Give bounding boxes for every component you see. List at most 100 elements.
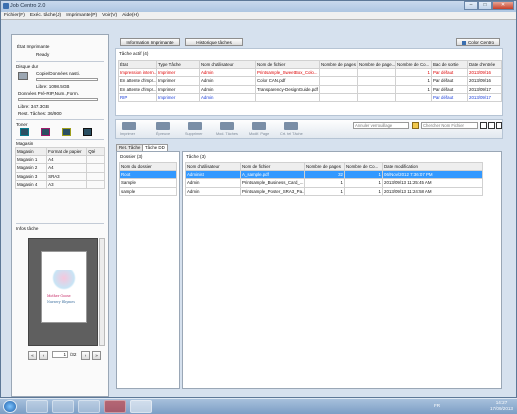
- create-job-icon[interactable]: [284, 122, 298, 130]
- column-header[interactable]: Nombre de page...: [357, 60, 396, 70]
- printer-info-tab[interactable]: Information Imprimante: [120, 38, 180, 46]
- column-header[interactable]: Nombre de Co...: [344, 161, 383, 172]
- column-header[interactable]: Nombre de Co...: [395, 60, 432, 70]
- proof-icon[interactable]: [156, 122, 170, 130]
- active-jobs-table: État Type Tâche Nom d'utilisateur Nom de…: [118, 60, 502, 102]
- search-icon[interactable]: [480, 122, 487, 129]
- tray-header[interactable]: Magasin: [14, 146, 48, 157]
- menu-bar: Fichier(F) Exéc. tâche(J) Imprimante(P) …: [1, 12, 516, 20]
- job-info-title: Infos tâche: [16, 226, 39, 231]
- hdd-jobs-panel: Tâche (3) Nom d'utilisateur Nom de fichi…: [182, 151, 502, 389]
- menu-voir[interactable]: Voir(V): [102, 13, 117, 18]
- unlock-field[interactable]: Annuler verrouillage: [353, 122, 409, 129]
- tab-hdd-jobs[interactable]: Tâche DD: [142, 144, 168, 151]
- hdd-title: Disque dur: [16, 64, 39, 69]
- title-bar: Job Centro 2.0 – □ ✕: [1, 1, 516, 12]
- unlock-icon[interactable]: [412, 122, 419, 129]
- prev-page-button[interactable]: ‹: [39, 351, 48, 360]
- tray-row[interactable]: Magasin 1 A4: [14, 155, 105, 165]
- tray-row[interactable]: Magasin 3 SRA3: [14, 171, 105, 181]
- column-header[interactable]: Nombre de pages: [304, 161, 345, 172]
- minimize-button[interactable]: –: [464, 1, 478, 10]
- rip-usage-bar: [18, 98, 98, 101]
- column-header[interactable]: Date modification: [382, 161, 483, 172]
- preview-illustration: [52, 270, 76, 290]
- column-header[interactable]: État: [118, 60, 157, 70]
- tray-header[interactable]: Qté: [86, 146, 105, 157]
- tray-row[interactable]: Magasin 2 A4: [14, 163, 105, 173]
- column-header[interactable]: Nom de fichier: [255, 60, 320, 70]
- rip-tasks: Rest. Tâches: 36/900: [18, 111, 62, 116]
- taskbar-app-media[interactable]: [78, 400, 100, 413]
- preview-scrollbar[interactable]: [99, 238, 105, 346]
- column-header[interactable]: Nom d'utilisateur: [199, 60, 256, 70]
- menu-fichier[interactable]: Fichier(F): [4, 13, 25, 18]
- hdd-job-row[interactable]: Admin Printsample_Business_Card_... 1 1 2013…: [185, 178, 483, 188]
- preview-page: Mother Goose Nursery Rhymes: [41, 251, 87, 323]
- tab-retained-jobs[interactable]: Ret. Tâche: [116, 144, 144, 151]
- tray-title: Magasin: [16, 141, 34, 146]
- preview-caption-2: Nursery Rhymes: [47, 300, 75, 304]
- print-icon[interactable]: [122, 122, 136, 130]
- clock[interactable]: 14:27 17/09/2013: [490, 400, 513, 412]
- language-indicator[interactable]: FR: [434, 403, 440, 408]
- proof-button-label: Épreuve: [156, 132, 171, 136]
- hdd-job-row[interactable]: Admin Printsample_Poster_SRA3_Pa... 1 1 2013…: [185, 186, 483, 196]
- rip-free: Libre: 347.3GB: [18, 104, 49, 109]
- folder-item[interactable]: Root: [119, 170, 177, 180]
- folder-table: Nom du dossier Root Sample sample: [119, 161, 177, 196]
- delete-icon[interactable]: [188, 122, 202, 130]
- column-header[interactable]: Bac de sortie: [431, 60, 468, 70]
- last-page-button[interactable]: »: [92, 351, 101, 360]
- job-row[interactable]: En attente d'impr... Imprimer Admin Color C…: [118, 76, 502, 86]
- menu-aide[interactable]: Aide(H): [122, 13, 139, 18]
- clear-search-icon[interactable]: [496, 122, 502, 129]
- job-row[interactable]: Impression intern... Imprimer Admin Printsa…: [118, 68, 502, 78]
- menu-imprimante[interactable]: Imprimante(P): [66, 13, 97, 18]
- folder-item[interactable]: sample: [119, 186, 177, 196]
- taskbar-app-jobcentro[interactable]: [130, 400, 152, 413]
- tray-row[interactable]: Magasin 4 A3: [14, 179, 105, 189]
- job-row[interactable]: En attente d'impr... Imprimer Admin Transpa…: [118, 84, 502, 94]
- start-button[interactable]: [3, 400, 17, 413]
- close-button[interactable]: ✕: [492, 1, 514, 10]
- edit-job-icon[interactable]: [220, 122, 234, 130]
- hdd-job-row[interactable]: Administ A_sample.pdf 32 1 06/Nov/2012 7:36:…: [185, 170, 483, 180]
- active-jobs-panel: Tâche actif (4) État Type Tâche Nom d'ut…: [115, 48, 503, 116]
- color-centro-button[interactable]: Color Centro: [456, 38, 500, 46]
- taskbar: FR 14:27 17/09/2013: [0, 398, 517, 414]
- rip-data-label: Données Pré-RIP,Num.,Form.: [18, 91, 79, 96]
- taskbar-app-acrobat[interactable]: [104, 400, 126, 413]
- column-header[interactable]: Date d'entrée: [467, 60, 502, 70]
- taskbar-app-explorer[interactable]: [52, 400, 74, 413]
- column-header[interactable]: Nombre de pages: [319, 60, 358, 70]
- column-header[interactable]: Type Tâche: [156, 60, 200, 70]
- search-input[interactable]: Chercher Nom Fichier: [421, 122, 478, 129]
- column-header[interactable]: Nom d'utilisateur: [185, 161, 241, 172]
- edit-job-button-label: Mod. Tâches: [216, 132, 238, 136]
- toner-yellow-icon: [62, 128, 71, 136]
- filter-icon[interactable]: [488, 122, 495, 129]
- delete-button-label: Supprimer: [185, 132, 203, 136]
- tray-header[interactable]: Format de papier: [46, 146, 88, 157]
- color-centro-label: Color Centro: [467, 40, 495, 45]
- menu-exec-tache[interactable]: Exéc. tâche(J): [30, 13, 61, 18]
- edit-page-icon[interactable]: [252, 122, 266, 130]
- maximize-button[interactable]: □: [478, 1, 492, 10]
- folder-item[interactable]: Sample: [119, 178, 177, 188]
- job-row[interactable]: RIP Imprimer Admin Par défaut 2013/09/17: [118, 92, 502, 102]
- left-panel: État Imprimante Ready Disque dur Copie/D…: [11, 34, 109, 397]
- main-window: Job Centro 2.0 – □ ✕ Fichier(F) Exéc. tâ…: [0, 0, 517, 398]
- job-history-tab[interactable]: Historique tâches: [185, 38, 243, 46]
- taskbar-app-ie[interactable]: [26, 400, 48, 413]
- printer-state-value: Ready: [36, 52, 50, 57]
- printer-state-label: État Imprimante: [17, 44, 50, 49]
- first-page-button[interactable]: «: [28, 351, 37, 360]
- folder-panel: Dossier (3) Nom du dossier Root Sample s…: [116, 151, 180, 389]
- toner-magenta-icon: [41, 128, 50, 136]
- edit-page-button-label: Modif. Page: [249, 132, 270, 136]
- page-number-input[interactable]: 1: [52, 351, 68, 358]
- folder-column-header[interactable]: Nom du dossier: [119, 161, 177, 172]
- next-page-button[interactable]: ›: [81, 351, 90, 360]
- column-header[interactable]: Nom de fichier: [240, 161, 305, 172]
